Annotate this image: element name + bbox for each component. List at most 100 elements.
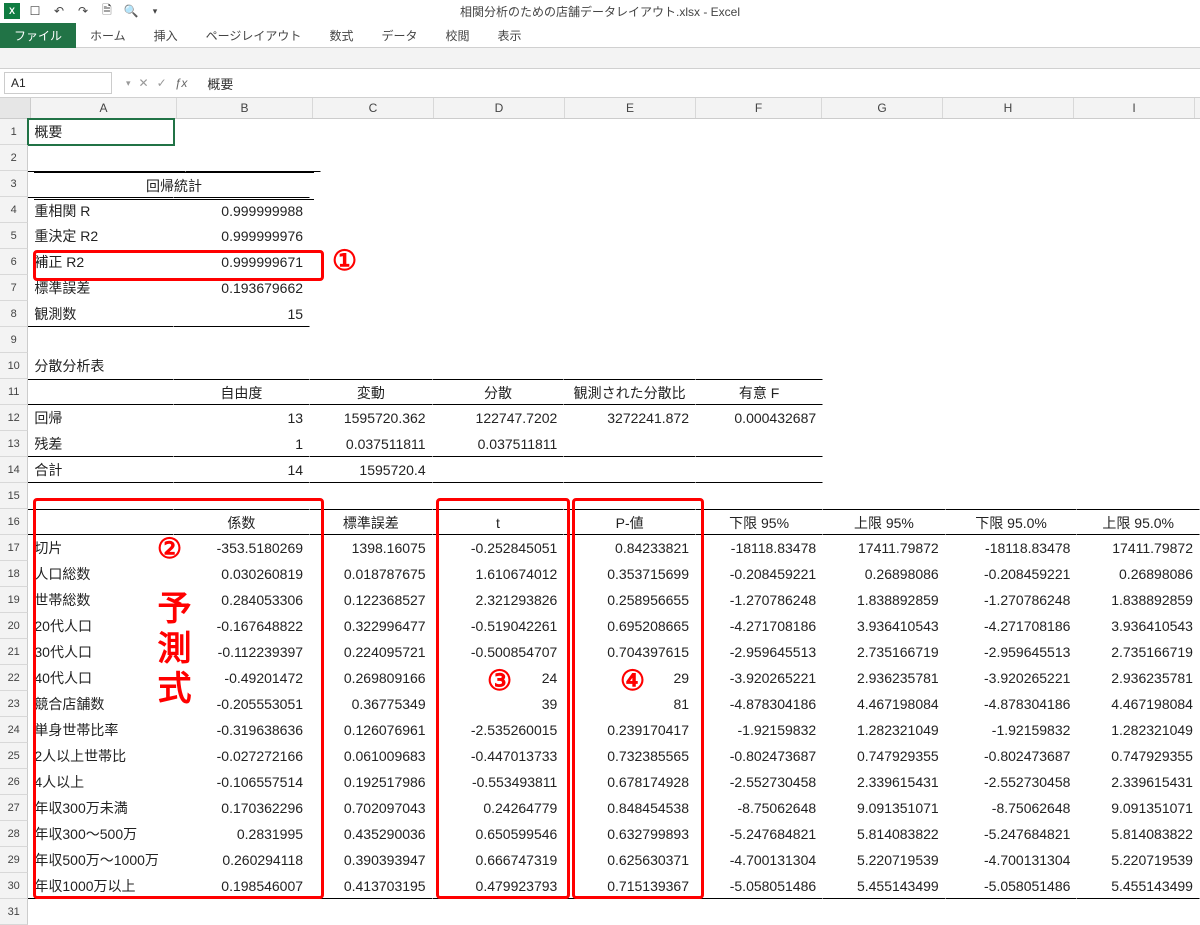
cell-I2[interactable] [1077, 145, 1200, 171]
cell-F5[interactable] [696, 223, 823, 249]
cell-B8[interactable]: 15 [174, 301, 310, 327]
cell-E4[interactable] [564, 197, 696, 223]
fx-icon[interactable]: ƒx [175, 76, 188, 90]
cell-E22[interactable]: 29 [564, 665, 696, 691]
cell-C29[interactable]: 0.390393947 [310, 847, 433, 873]
cell-C13[interactable]: 0.037511811 [310, 431, 433, 457]
cell-G15[interactable] [823, 483, 946, 509]
cell-B4[interactable]: 0.999999988 [174, 197, 310, 223]
cell-F14[interactable] [696, 457, 823, 483]
cell-I16[interactable]: 上限 95.0% [1077, 509, 1200, 535]
cell-F1[interactable] [696, 119, 823, 145]
cell-E16[interactable]: P-値 [564, 509, 696, 535]
cell-E19[interactable]: 0.258956655 [564, 587, 696, 613]
cell-H16[interactable]: 下限 95.0% [946, 509, 1078, 535]
cell-I21[interactable]: 2.735166719 [1077, 639, 1200, 665]
cell-G9[interactable] [823, 327, 946, 353]
cell-H7[interactable] [946, 275, 1078, 301]
cell-I19[interactable]: 1.838892859 [1077, 587, 1200, 613]
cell-D21[interactable]: -0.500854707 [433, 639, 565, 665]
cell-I20[interactable]: 3.936410543 [1077, 613, 1200, 639]
cell-G31[interactable] [823, 899, 946, 925]
cell-C14[interactable]: 1595720.4 [310, 457, 433, 483]
cell-I3[interactable] [1079, 171, 1200, 197]
cell-I22[interactable]: 2.936235781 [1077, 665, 1200, 691]
cell-F16[interactable]: 下限 95% [696, 509, 823, 535]
cell-I17[interactable]: 17411.79872 [1077, 535, 1200, 561]
cell-A11[interactable] [28, 379, 173, 405]
row-header[interactable]: 15 [0, 483, 28, 509]
cell-B22[interactable]: -0.49201472 [174, 665, 310, 691]
cell-H19[interactable]: -1.270786248 [946, 587, 1078, 613]
cell-C27[interactable]: 0.702097043 [310, 795, 433, 821]
cell-H17[interactable]: -18118.83478 [946, 535, 1078, 561]
cell-D22[interactable]: 24 [433, 665, 565, 691]
cell-C21[interactable]: 0.224095721 [310, 639, 433, 665]
cell-H26[interactable]: -2.552730458 [946, 769, 1078, 795]
cell-E8[interactable] [564, 301, 696, 327]
cell-A28[interactable]: 年収300～500万 [28, 821, 173, 847]
cell-D6[interactable] [433, 249, 565, 275]
row-header[interactable]: 14 [0, 457, 28, 483]
cell-G10[interactable] [823, 353, 946, 379]
row-header[interactable]: 7 [0, 275, 28, 301]
cell-F3[interactable] [702, 171, 828, 197]
cell-E14[interactable] [564, 457, 696, 483]
redo-icon[interactable]: ↷ [74, 2, 92, 20]
cell-E23[interactable]: 81 [564, 691, 696, 717]
cell-A14[interactable]: 合計 [28, 457, 173, 483]
cell-B14[interactable]: 14 [174, 457, 310, 483]
cell-H24[interactable]: -1.92159832 [946, 717, 1078, 743]
cell-I28[interactable]: 5.814083822 [1077, 821, 1200, 847]
cell-F18[interactable]: -0.208459221 [696, 561, 823, 587]
cell-H6[interactable] [946, 249, 1078, 275]
row-header[interactable]: 2 [0, 145, 28, 171]
cell-C11[interactable]: 変動 [310, 379, 433, 405]
cell-D13[interactable]: 0.037511811 [433, 431, 565, 457]
col-header[interactable]: I [1074, 98, 1195, 118]
cell-D30[interactable]: 0.479923793 [433, 873, 565, 899]
col-header[interactable]: E [565, 98, 696, 118]
cell-B1[interactable] [174, 119, 310, 145]
cell-F25[interactable]: -0.802473687 [696, 743, 823, 769]
cell-E2[interactable] [564, 145, 696, 171]
cell-C15[interactable] [310, 483, 433, 509]
cell-B16[interactable]: 係数 [174, 509, 310, 535]
cell-C16[interactable]: 標準誤差 [310, 509, 433, 535]
cell-H8[interactable] [946, 301, 1078, 327]
cell-A25[interactable]: 2人以上世帯比 [28, 743, 173, 769]
cell-C23[interactable]: 0.36775349 [310, 691, 433, 717]
row-header[interactable]: 16 [0, 509, 28, 535]
row-header[interactable]: 1 [0, 119, 28, 145]
row-header[interactable]: 26 [0, 769, 28, 795]
cell-G26[interactable]: 2.339615431 [823, 769, 946, 795]
row-header[interactable]: 31 [0, 899, 28, 925]
cell-F12[interactable]: 0.000432687 [696, 405, 823, 431]
cell-C20[interactable]: 0.322996477 [310, 613, 433, 639]
cell-H25[interactable]: -0.802473687 [946, 743, 1078, 769]
cell-A12[interactable]: 回帰 [28, 405, 173, 431]
cell-I6[interactable] [1077, 249, 1200, 275]
tab-layout[interactable]: ページレイアウト [192, 23, 316, 48]
cell-D14[interactable] [433, 457, 565, 483]
cell-G12[interactable] [823, 405, 946, 431]
cell-C10[interactable] [310, 353, 433, 379]
cell-G16[interactable]: 上限 95% [823, 509, 946, 535]
cell-F13[interactable] [696, 431, 823, 457]
cell-C30[interactable]: 0.413703195 [310, 873, 433, 899]
cell-E10[interactable] [564, 353, 696, 379]
cell-E29[interactable]: 0.625630371 [564, 847, 696, 873]
cell-F26[interactable]: -2.552730458 [696, 769, 823, 795]
cell-H4[interactable] [946, 197, 1078, 223]
cell-D11[interactable]: 分散 [433, 379, 565, 405]
cell-H14[interactable] [946, 457, 1078, 483]
cell-E13[interactable] [564, 431, 696, 457]
row-header[interactable]: 17 [0, 535, 28, 561]
cell-D1[interactable] [433, 119, 565, 145]
cell-A15[interactable] [28, 483, 173, 509]
cell-F19[interactable]: -1.270786248 [696, 587, 823, 613]
cell-D2[interactable] [433, 145, 565, 171]
cancel-icon[interactable]: ✕ [139, 76, 149, 90]
cell-F30[interactable]: -5.058051486 [696, 873, 823, 899]
row-header[interactable]: 8 [0, 301, 28, 327]
